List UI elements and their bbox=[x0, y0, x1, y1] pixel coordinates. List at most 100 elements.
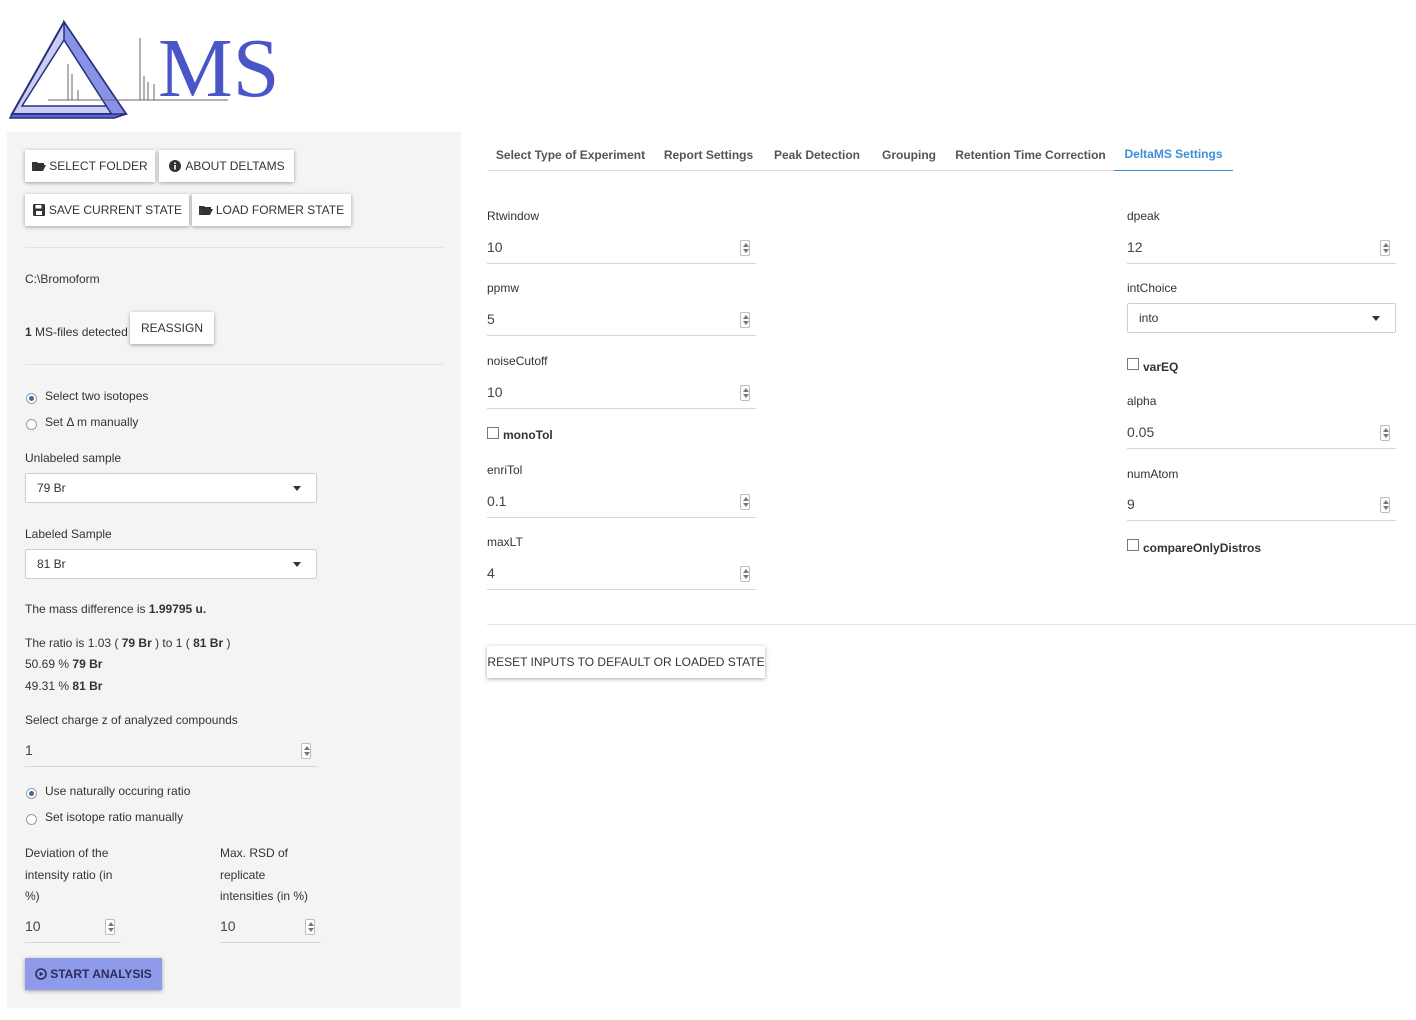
labeled-sample-label: Labeled Sample bbox=[25, 527, 112, 541]
ratio-percent-b-isotope: 81 Br bbox=[72, 679, 103, 693]
vareq-label: varEQ bbox=[1143, 360, 1179, 374]
reset-inputs-button[interactable]: RESET INPUTS TO DEFAULT OR LOADED STATE bbox=[487, 646, 765, 678]
start-analysis-label: START ANALYSIS bbox=[50, 967, 152, 981]
load-state-button[interactable]: LOAD FORMER STATE bbox=[192, 194, 351, 226]
folder-path: C:\Bromoform bbox=[25, 272, 100, 286]
reassign-button[interactable]: REASSIGN bbox=[130, 312, 214, 344]
radio-label-manual-ratio: Set isotope ratio manually bbox=[45, 810, 184, 824]
intchoice-value: into bbox=[1139, 311, 1159, 325]
ppmw-input[interactable]: 5 bbox=[487, 303, 756, 336]
radio-manual-ratio[interactable] bbox=[26, 814, 37, 825]
stepper-arrows-icon[interactable] bbox=[1380, 425, 1390, 441]
vareq-checkbox[interactable] bbox=[1127, 358, 1139, 370]
stepper-arrows-icon[interactable] bbox=[740, 385, 750, 401]
numatom-label: numAtom bbox=[1127, 467, 1179, 481]
enritol-input[interactable]: 0.1 bbox=[487, 485, 756, 518]
rsd-value: 10 bbox=[220, 918, 236, 934]
radio-set-delta-manually[interactable] bbox=[26, 419, 37, 430]
stepper-arrows-icon[interactable] bbox=[301, 743, 311, 759]
unlabeled-sample-value: 79 Br bbox=[37, 481, 66, 495]
enritol-value: 0.1 bbox=[487, 493, 507, 509]
intchoice-select[interactable]: into bbox=[1127, 303, 1396, 333]
deviation-label-line1: Deviation of the bbox=[25, 846, 109, 860]
folder-open-icon bbox=[32, 162, 47, 171]
ratio-isotope-b: 81 Br bbox=[193, 636, 224, 650]
tab-grouping[interactable]: Grouping bbox=[871, 138, 947, 171]
settings-tabs: Select Type of Experiment Report Setting… bbox=[487, 138, 1416, 171]
charge-value: 1 bbox=[25, 742, 33, 758]
ratio-middle: ) to 1 ( bbox=[155, 636, 190, 650]
monotol-label: monoTol bbox=[503, 428, 553, 442]
load-state-label: LOAD FORMER STATE bbox=[215, 203, 345, 217]
tab-select-type-of-experiment[interactable]: Select Type of Experiment bbox=[487, 138, 654, 171]
rtwindow-input[interactable]: 10 bbox=[487, 231, 756, 264]
radio-select-two-isotopes[interactable] bbox=[26, 393, 37, 404]
save-state-label: SAVE CURRENT STATE bbox=[48, 203, 183, 217]
start-analysis-button[interactable]: START ANALYSIS bbox=[25, 958, 162, 990]
rsd-label-line2: replicate bbox=[220, 868, 266, 882]
about-deltams-button[interactable]: ABOUT DELTAMS bbox=[159, 150, 294, 182]
tab-retention-time-correction[interactable]: Retention Time Correction bbox=[947, 138, 1114, 171]
ratio-percent-b-value: 49.31 % bbox=[25, 679, 70, 693]
ratio-prefix: The ratio is 1.03 ( bbox=[25, 636, 119, 650]
stepper-arrows-icon[interactable] bbox=[1380, 240, 1390, 256]
reassign-label: REASSIGN bbox=[140, 321, 203, 335]
save-state-button[interactable]: SAVE CURRENT STATE bbox=[25, 194, 189, 226]
ratio-percent-a-value: 50.69 % bbox=[25, 657, 70, 671]
stepper-arrows-icon[interactable] bbox=[1380, 497, 1390, 513]
compareonlydistros-label: compareOnlyDistros bbox=[1143, 541, 1262, 555]
files-detected-text: 1 MS-files detected bbox=[25, 325, 128, 340]
ratio-text: The ratio is 1.03 ( 79 Br ) to 1 ( 81 Br… bbox=[25, 636, 231, 651]
charge-input[interactable]: 1 bbox=[25, 734, 317, 767]
info-circle-icon bbox=[169, 160, 182, 172]
select-folder-button[interactable]: SELECT FOLDER bbox=[25, 150, 155, 182]
folder-open-icon bbox=[198, 206, 213, 215]
ratio-percent-a: 50.69 % 79 Br bbox=[25, 657, 103, 672]
alpha-input[interactable]: 0.05 bbox=[1127, 416, 1396, 449]
mass-difference-prefix: The mass difference is bbox=[25, 602, 146, 616]
tab-peak-detection[interactable]: Peak Detection bbox=[763, 138, 871, 171]
dpeak-value: 12 bbox=[1127, 239, 1143, 255]
monotol-checkbox[interactable] bbox=[487, 427, 499, 439]
labeled-sample-select[interactable]: 81 Br bbox=[25, 549, 317, 579]
ppmw-label: ppmw bbox=[487, 281, 520, 295]
maxlt-input[interactable]: 4 bbox=[487, 557, 756, 590]
deviation-label-line3: %) bbox=[25, 889, 40, 903]
intchoice-label: intChoice bbox=[1127, 281, 1178, 295]
files-count: 1 bbox=[25, 325, 32, 339]
stepper-arrows-icon[interactable] bbox=[305, 919, 315, 935]
chevron-down-icon bbox=[293, 486, 301, 491]
stepper-arrows-icon[interactable] bbox=[740, 240, 750, 256]
chevron-down-icon bbox=[1372, 316, 1380, 321]
ratio-percent-a-isotope: 79 Br bbox=[72, 657, 103, 671]
noisecutoff-value: 10 bbox=[487, 384, 503, 400]
numatom-input[interactable]: 9 bbox=[1127, 488, 1396, 521]
maxlt-value: 4 bbox=[487, 565, 495, 581]
select-folder-label: SELECT FOLDER bbox=[49, 159, 148, 173]
radio-label-two-isotopes: Select two isotopes bbox=[45, 389, 149, 403]
ppmw-value: 5 bbox=[487, 311, 495, 327]
stepper-arrows-icon[interactable] bbox=[740, 494, 750, 510]
play-circle-icon bbox=[35, 968, 48, 980]
compareonlydistros-checkbox[interactable] bbox=[1127, 539, 1139, 551]
sidebar-divider bbox=[25, 247, 443, 248]
deviation-input[interactable]: 10 bbox=[25, 910, 121, 943]
sidebar-divider bbox=[25, 364, 443, 365]
settings-divider bbox=[487, 624, 1416, 625]
tab-deltams-settings[interactable]: DeltaMS Settings bbox=[1114, 138, 1233, 171]
dpeak-input[interactable]: 12 bbox=[1127, 231, 1396, 264]
stepper-arrows-icon[interactable] bbox=[740, 566, 750, 582]
radio-natural-ratio[interactable] bbox=[26, 788, 37, 799]
chevron-down-icon bbox=[293, 562, 301, 567]
alpha-value: 0.05 bbox=[1127, 424, 1155, 440]
tab-report-settings[interactable]: Report Settings bbox=[654, 138, 763, 171]
stepper-arrows-icon[interactable] bbox=[740, 312, 750, 328]
rsd-label-line1: Max. RSD of bbox=[220, 846, 289, 860]
numatom-value: 9 bbox=[1127, 496, 1135, 512]
mass-difference-value: 1.99795 u. bbox=[148, 602, 207, 616]
noisecutoff-input[interactable]: 10 bbox=[487, 376, 756, 409]
rsd-input[interactable]: 10 bbox=[220, 910, 321, 943]
rtwindow-label: Rtwindow bbox=[487, 209, 540, 223]
stepper-arrows-icon[interactable] bbox=[105, 919, 115, 935]
unlabeled-sample-select[interactable]: 79 Br bbox=[25, 473, 317, 503]
